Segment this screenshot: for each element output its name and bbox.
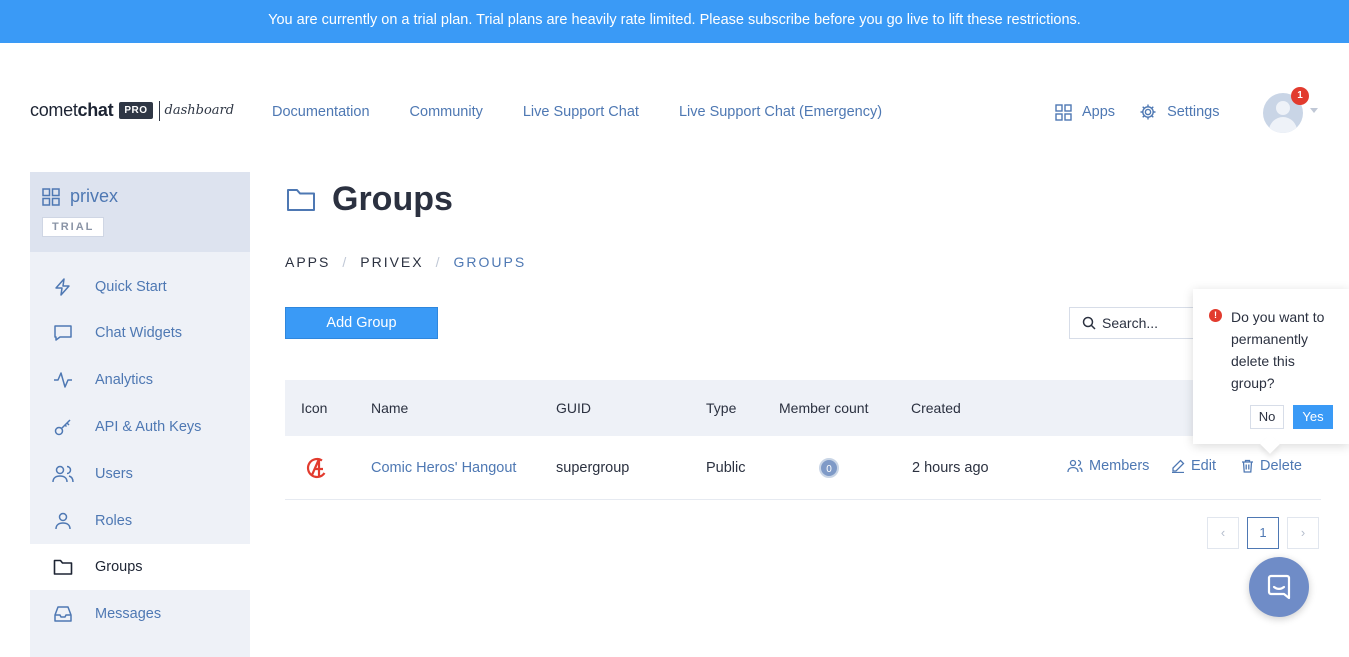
activity-icon <box>53 372 72 388</box>
plan-badge: TRIAL <box>42 217 105 237</box>
settings-label: Settings <box>1167 104 1220 120</box>
chat-launcher-button[interactable] <box>1249 557 1309 617</box>
top-nav: Documentation Community Live Support Cha… <box>272 104 922 120</box>
group-guid: supergroup <box>556 460 630 476</box>
sidebar-item-chat-widgets[interactable]: Chat Widgets <box>30 310 250 356</box>
notification-badge: 1 <box>1291 87 1309 105</box>
chevron-down-icon[interactable] <box>1310 108 1318 113</box>
column-header-icon: Icon <box>301 400 328 416</box>
sidebar-item-quick-start[interactable]: Quick Start <box>30 264 250 310</box>
confirm-no-button[interactable]: No <box>1250 405 1284 429</box>
group-name-link[interactable]: Comic Heros' Hangout <box>371 460 516 476</box>
page-title: Groups <box>332 180 453 218</box>
sidebar-item-messages[interactable]: Messages <box>30 591 250 637</box>
popover-message: Do you want to permanently delete this g… <box>1231 309 1325 391</box>
group-created: 2 hours ago <box>912 460 989 476</box>
inbox-icon <box>53 606 72 622</box>
pencil-icon <box>1172 459 1185 473</box>
sidebar-item-label: Quick Start <box>95 279 167 295</box>
search-input[interactable]: Search... <box>1069 307 1199 339</box>
sidebar-item-label: Analytics <box>95 372 154 388</box>
user-icon <box>54 512 71 530</box>
column-header-name: Name <box>371 400 409 416</box>
sidebar-item-roles[interactable]: Roles <box>30 498 250 544</box>
chat-bubble-icon <box>53 325 72 341</box>
delete-confirm-popover: ! Do you want to permanently delete this… <box>1193 289 1349 454</box>
search-icon <box>1082 316 1096 330</box>
table-header: Icon Name GUID Type Member count Created <box>285 380 1321 436</box>
sidebar-item-label: Users <box>95 466 133 482</box>
grid-icon <box>1055 103 1072 121</box>
trash-icon <box>1242 459 1253 473</box>
settings-link[interactable]: Settings <box>1139 103 1219 121</box>
breadcrumb-apps[interactable]: APPS <box>285 254 330 270</box>
search-placeholder: Search... <box>1102 315 1159 331</box>
sidebar: privex TRIAL Quick Start Chat Widgets An… <box>30 172 250 657</box>
breadcrumb: APPS / PRIVEX / GROUPS <box>285 254 527 270</box>
column-header-type: Type <box>706 400 737 416</box>
folder-icon <box>287 188 315 211</box>
warning-icon: ! <box>1209 309 1222 322</box>
column-header-guid: GUID <box>556 400 591 416</box>
trial-banner: You are currently on a trial plan. Trial… <box>0 0 1349 43</box>
delete-label: Delete <box>1260 458 1302 474</box>
add-group-button[interactable]: Add Group <box>285 307 438 339</box>
chat-icon <box>1267 574 1291 600</box>
sidebar-item-label: Groups <box>95 559 143 575</box>
nav-live-support-chat[interactable]: Live Support Chat <box>523 104 639 120</box>
sidebar-item-users[interactable]: Users <box>30 451 250 497</box>
users-icon <box>1067 459 1083 473</box>
nav-community[interactable]: Community <box>410 104 483 120</box>
column-header-member-count: Member count <box>779 400 869 416</box>
members-label: Members <box>1089 458 1150 474</box>
apps-label: Apps <box>1082 104 1116 120</box>
delete-button[interactable]: Delete <box>1241 458 1302 474</box>
column-header-created: Created <box>911 400 961 416</box>
group-type: Public <box>706 460 746 476</box>
sidebar-item-label: Messages <box>95 606 162 622</box>
confirm-yes-button[interactable]: Yes <box>1293 405 1333 429</box>
sidebar-item-api-keys[interactable]: API & Auth Keys <box>30 404 250 450</box>
app-selector[interactable]: privex TRIAL <box>30 172 250 252</box>
apps-link[interactable]: Apps <box>1055 103 1116 121</box>
bolt-icon <box>54 278 70 296</box>
table-row: Comic Heros' Hangout supergroup Public 0… <box>285 436 1321 500</box>
pagination-prev[interactable]: ‹ <box>1207 517 1239 549</box>
edit-button[interactable]: Edit <box>1171 458 1216 474</box>
avengers-logo-icon <box>306 457 326 479</box>
nav-documentation[interactable]: Documentation <box>272 104 370 120</box>
app-name: privex <box>70 186 119 206</box>
pagination-next[interactable]: › <box>1287 517 1319 549</box>
key-icon <box>54 419 71 436</box>
edit-label: Edit <box>1191 458 1216 474</box>
breadcrumb-privex[interactable]: PRIVEX <box>360 254 423 270</box>
brand-suffix: dashboard <box>164 103 235 118</box>
gear-icon <box>1140 104 1156 120</box>
members-button[interactable]: Members <box>1067 458 1149 474</box>
breadcrumb-groups: GROUPS <box>453 254 527 270</box>
pagination-page-1[interactable]: 1 <box>1247 517 1279 549</box>
brand-logo[interactable]: cometchat PRO dashboard <box>30 100 234 121</box>
pro-badge: PRO <box>119 102 153 119</box>
users-icon <box>51 465 74 483</box>
brand-name: cometchat <box>30 100 114 120</box>
nav-live-support-emergency[interactable]: Live Support Chat (Emergency) <box>679 104 882 120</box>
top-right-menu: Apps Settings <box>1055 103 1243 121</box>
sidebar-item-analytics[interactable]: Analytics <box>30 357 250 403</box>
folder-icon <box>53 559 72 575</box>
sidebar-item-label: Roles <box>95 513 133 529</box>
brand-divider <box>158 100 160 121</box>
page-header: Groups <box>286 180 453 219</box>
sidebar-item-label: Chat Widgets <box>95 325 183 341</box>
grid-icon <box>42 187 60 206</box>
sidebar-item-groups[interactable]: Groups <box>30 544 250 590</box>
sidebar-item-label: API & Auth Keys <box>95 419 202 435</box>
member-count-badge: 0 <box>819 458 839 478</box>
